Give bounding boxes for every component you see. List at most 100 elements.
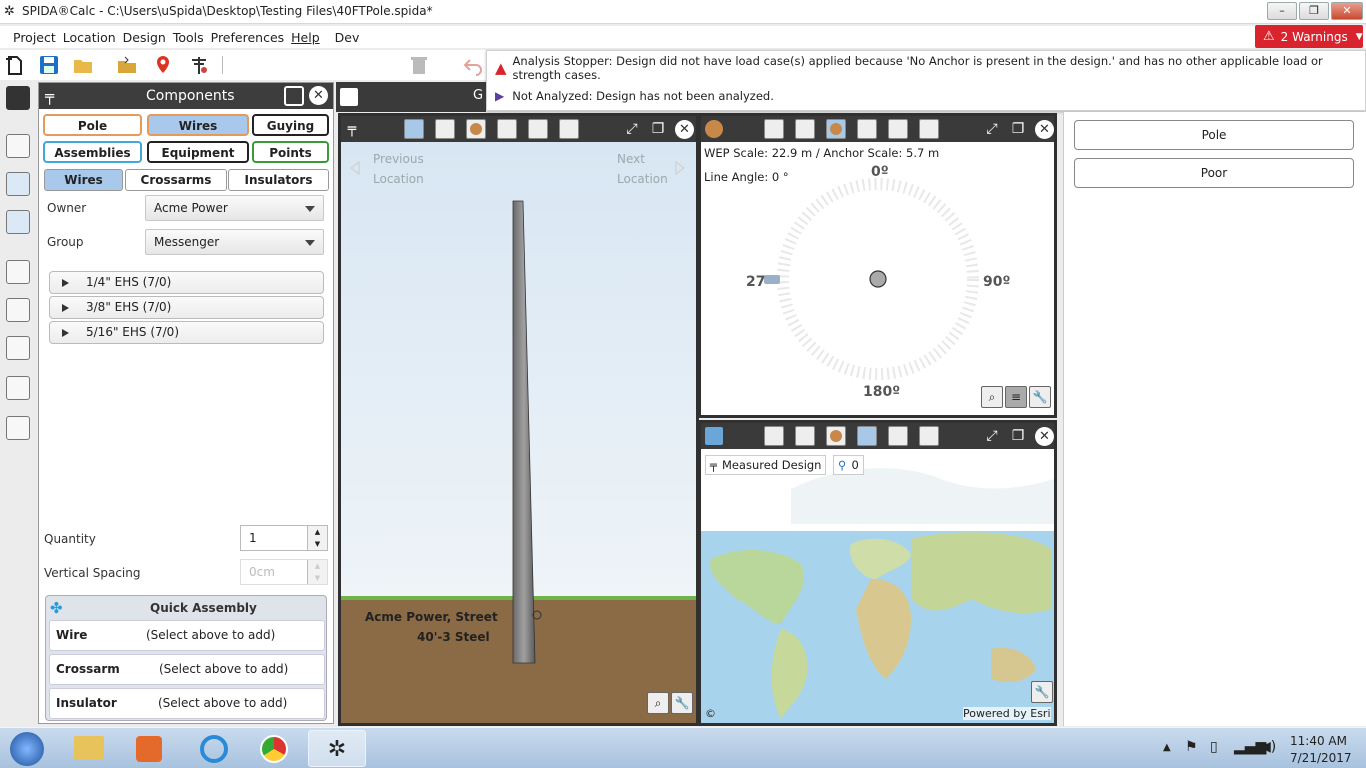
increment-icon[interactable]: ▲: [307, 526, 327, 538]
previous-location-link[interactable]: Previous: [373, 152, 424, 166]
list-icon[interactable]: [6, 298, 30, 322]
decrement-icon[interactable]: ▼: [307, 538, 327, 550]
menu-design[interactable]: Design: [123, 30, 166, 45]
popout-icon[interactable]: ❐: [649, 120, 667, 138]
map-search[interactable]: ⚲ 0: [833, 455, 864, 475]
report-view-button[interactable]: [559, 119, 579, 139]
chart-icon[interactable]: [6, 376, 30, 400]
wrench-icon[interactable]: 🔧: [1029, 386, 1051, 408]
image-view-button[interactable]: [888, 426, 908, 446]
report-view-button[interactable]: [919, 426, 939, 446]
plan-view-button[interactable]: [466, 119, 486, 139]
save-icon[interactable]: [38, 54, 60, 76]
expand-icon[interactable]: ⤢: [983, 427, 1001, 445]
tab-assemblies[interactable]: Assemblies: [43, 141, 142, 163]
explorer-icon[interactable]: [60, 730, 118, 767]
menu-help[interactable]: Help: [291, 30, 320, 45]
increment-icon[interactable]: ▲: [307, 560, 327, 572]
popout-icon[interactable]: [284, 86, 304, 106]
chrome-icon[interactable]: [245, 730, 303, 767]
copy-view-button[interactable]: [795, 119, 815, 139]
zoom-icon[interactable]: ⌕: [981, 386, 1003, 408]
edit-icon[interactable]: [340, 88, 358, 106]
close-pane-icon[interactable]: ✕: [675, 120, 694, 139]
subtab-crossarms[interactable]: Crossarms: [125, 169, 227, 191]
location-pin-icon[interactable]: [152, 54, 174, 76]
maximize-button[interactable]: ❐: [1299, 2, 1329, 20]
internet-explorer-icon[interactable]: [185, 730, 243, 767]
next-location-link[interactable]: Next: [617, 152, 645, 166]
pole-view-icon[interactable]: [6, 172, 30, 196]
close-button[interactable]: ✕: [1331, 2, 1363, 20]
warnings-button[interactable]: ⚠ 2 Warnings ▼: [1255, 25, 1363, 48]
quick-assembly-row[interactable]: Insulator (Select above to add): [49, 688, 325, 719]
copy-view-button[interactable]: [795, 426, 815, 446]
popout-icon[interactable]: ❐: [1009, 120, 1027, 138]
wire-item[interactable]: 3/8" EHS (7/0): [49, 296, 324, 319]
volume-icon[interactable]: ◀): [1260, 739, 1276, 755]
wire-item[interactable]: 5/16" EHS (7/0): [49, 321, 324, 344]
subtab-wires[interactable]: Wires: [44, 169, 123, 191]
tab-equipment[interactable]: Equipment: [147, 141, 249, 163]
edit-design-icon[interactable]: [6, 260, 30, 284]
group-select[interactable]: Messenger: [145, 229, 324, 255]
image-view-button[interactable]: [528, 119, 548, 139]
close-panel-icon[interactable]: ✕: [309, 86, 328, 105]
quick-assembly-row[interactable]: Wire (Select above to add): [49, 620, 325, 651]
menu-tools[interactable]: Tools: [173, 30, 204, 45]
spidacalc-taskbar-icon[interactable]: ✲: [308, 730, 366, 767]
tab-guying[interactable]: Guying: [252, 114, 329, 136]
owner-select[interactable]: Acme Power: [145, 195, 324, 221]
plan-view-button[interactable]: [826, 119, 846, 139]
open-folder-icon[interactable]: [72, 54, 94, 76]
plan-view-button[interactable]: [826, 426, 846, 446]
expand-icon[interactable]: ⤢: [623, 120, 641, 138]
pole-button[interactable]: Pole: [1074, 120, 1354, 150]
calculator-icon[interactable]: [6, 86, 30, 110]
device-icon[interactable]: ▯: [1210, 739, 1218, 755]
close-pane-icon[interactable]: ✕: [1035, 427, 1054, 446]
wrench-icon[interactable]: 🔧: [671, 692, 693, 714]
filter-icon[interactable]: ≡: [1005, 386, 1027, 408]
close-pane-icon[interactable]: ✕: [1035, 120, 1054, 139]
tab-pole[interactable]: Pole: [43, 114, 142, 136]
expand-icon[interactable]: ⤢: [983, 120, 1001, 138]
decrement-icon[interactable]: ▼: [307, 572, 327, 584]
flag-icon[interactable]: ⚑: [1185, 739, 1198, 755]
tab-points[interactable]: Points: [252, 141, 329, 163]
vertical-spacing-field[interactable]: 0cm ▲ ▼: [240, 559, 328, 585]
wrench-icon[interactable]: 🔧: [1031, 681, 1053, 703]
map-view-button[interactable]: [497, 119, 517, 139]
swap-icon[interactable]: [6, 336, 30, 360]
measured-design-label[interactable]: ╤ Measured Design: [705, 455, 827, 475]
pole-tool-icon[interactable]: [188, 54, 210, 76]
report-view-button[interactable]: [919, 119, 939, 139]
map-view-button[interactable]: [857, 119, 877, 139]
new-file-icon[interactable]: [4, 54, 26, 76]
image-view-button[interactable]: [888, 119, 908, 139]
menu-project[interactable]: Project: [13, 30, 56, 45]
menu-location[interactable]: Location: [63, 30, 116, 45]
report-icon[interactable]: [6, 416, 30, 440]
delete-icon[interactable]: [408, 54, 430, 76]
show-hidden-icons[interactable]: ▲: [1163, 742, 1171, 753]
clock-time[interactable]: 11:40 AM: [1290, 734, 1347, 748]
next-location-link-2[interactable]: Location: [617, 172, 668, 186]
pole-view-button[interactable]: [764, 426, 784, 446]
popout-icon[interactable]: ❐: [1009, 427, 1027, 445]
quantity-stepper[interactable]: 1 ▲ ▼: [240, 525, 328, 551]
pole-view-button[interactable]: [404, 119, 424, 139]
project-folder-icon[interactable]: [116, 54, 138, 76]
pole-view-button[interactable]: [764, 119, 784, 139]
quick-assembly-row[interactable]: Crossarm (Select above to add): [49, 654, 325, 685]
map-view-button[interactable]: [857, 426, 877, 446]
wire-item[interactable]: 1/4" EHS (7/0): [49, 271, 324, 294]
menu-preferences[interactable]: Preferences: [211, 30, 285, 45]
zoom-icon[interactable]: ⌕: [647, 692, 669, 714]
folder-icon[interactable]: [6, 134, 30, 158]
undo-icon[interactable]: [462, 54, 484, 76]
previous-location-link-2[interactable]: Location: [373, 172, 424, 186]
clock-date[interactable]: 7/21/2017: [1290, 751, 1352, 765]
menu-dev[interactable]: Dev: [335, 30, 360, 45]
condition-button[interactable]: Poor: [1074, 158, 1354, 188]
